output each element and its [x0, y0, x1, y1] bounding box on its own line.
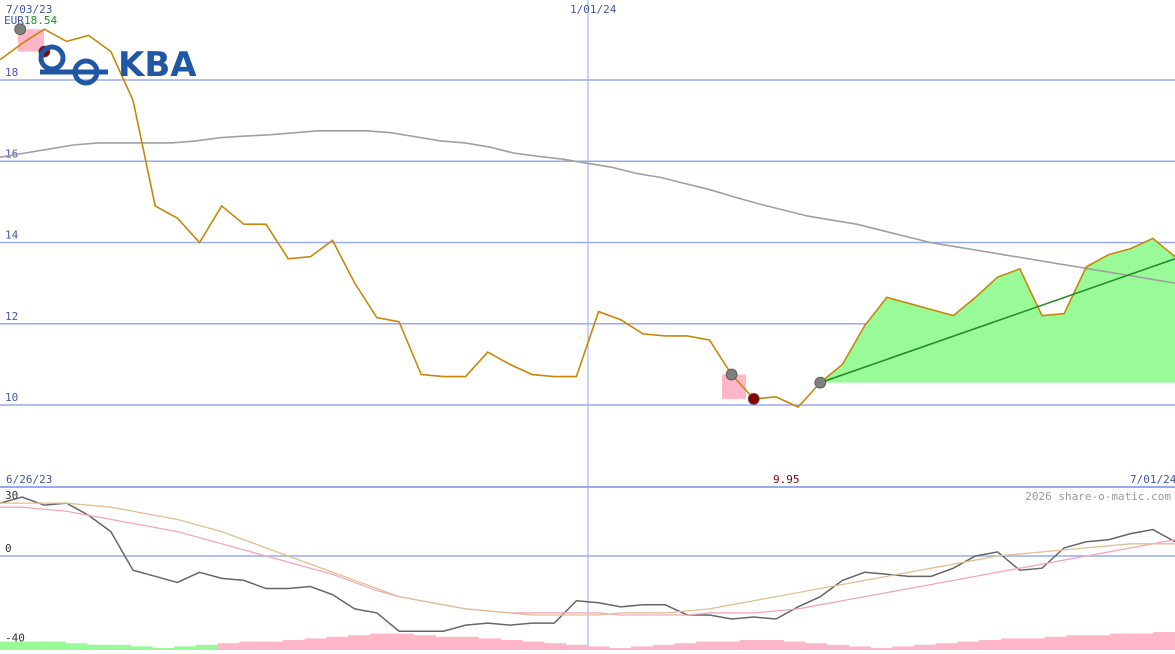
histogram-bar-16 — [326, 636, 349, 650]
histogram-bar-25 — [522, 641, 545, 650]
histogram-bar-39 — [826, 644, 850, 650]
histogram-bar-34 — [718, 641, 741, 650]
trend-fill — [820, 238, 1175, 383]
histogram-bar-45 — [957, 641, 980, 650]
histogram-bar-26 — [543, 643, 567, 650]
last-price-value: 18.54 — [24, 14, 57, 27]
low-price-label: 9.95 — [773, 473, 800, 486]
histogram-bar-31 — [652, 644, 676, 650]
histogram-bar-10 — [195, 644, 219, 650]
histogram-bar-42 — [892, 646, 915, 650]
histogram-bar-17 — [348, 635, 371, 650]
histogram-bar-12 — [239, 641, 262, 650]
signal-marker-3 — [725, 368, 738, 381]
histogram-bar-30 — [631, 646, 654, 650]
histogram-bar-23 — [478, 638, 501, 650]
histogram-bar-28 — [587, 646, 610, 650]
histogram-bar-11 — [217, 643, 240, 650]
histogram-bar-3 — [43, 641, 66, 650]
date-label-bottom-left: 6/26/23 — [6, 473, 52, 486]
histogram-bar-20 — [413, 635, 436, 650]
histogram-bar-13 — [261, 641, 284, 650]
histogram-bar-24 — [500, 640, 523, 650]
histogram-bar-38 — [805, 643, 828, 650]
y-tick-label-10: 10 — [5, 391, 18, 404]
histogram-bar-54 — [1153, 632, 1175, 650]
histogram-bar-4 — [65, 643, 88, 650]
histogram-bar-21 — [435, 636, 458, 650]
histogram-bar-49 — [1044, 636, 1067, 650]
histogram-bar-7 — [130, 646, 153, 650]
y-tick-label-14: 14 — [5, 229, 19, 242]
signal-marker-4 — [747, 393, 760, 405]
histogram-bar-27 — [565, 644, 588, 650]
histogram-bar-9 — [174, 646, 197, 650]
histogram-bar-33 — [696, 641, 719, 650]
date-label-bottom-right: 7/01/24 — [1130, 473, 1175, 486]
histogram-bar-43 — [913, 644, 937, 650]
y-tick-label-12: 12 — [5, 310, 18, 323]
histogram-bar-53 — [1131, 633, 1154, 650]
stock-chart: 10 12 14 16 18 30 0 -40 KBA 7/03/23 1/01/24 EU… — [0, 0, 1175, 650]
histogram-bar-15 — [304, 638, 327, 650]
histogram-bar-47 — [1000, 638, 1024, 650]
histogram-bar-36 — [761, 640, 784, 650]
histogram-bar-32 — [674, 643, 697, 650]
histogram-bar-19 — [391, 633, 414, 650]
histogram-bar-48 — [1022, 638, 1045, 650]
histogram-bar-35 — [739, 640, 763, 650]
logo-mark-icon — [38, 44, 108, 86]
histogram-bar-46 — [979, 640, 1002, 650]
watermark: 2026 share-o-matic.com — [1025, 490, 1171, 503]
histogram-bar-37 — [783, 641, 806, 650]
histogram-bar-22 — [456, 636, 480, 650]
chart-canvas: 1012141618 300-40 KBA 7/03/23 1/01/24 EU… — [0, 0, 1175, 650]
histogram-bar-52 — [1109, 633, 1132, 650]
signal-marker-5 — [814, 376, 827, 389]
histogram-bar-6 — [108, 644, 132, 650]
histogram-bar-1 — [0, 641, 23, 650]
logo-text: KBA — [118, 45, 197, 85]
histogram-bar-2 — [21, 641, 45, 650]
osc-tick-label-0: 0 — [5, 542, 12, 555]
histogram-bar-14 — [282, 640, 306, 650]
histogram-bar-18 — [369, 633, 393, 650]
histogram-bar-40 — [848, 646, 871, 650]
histogram-bar-44 — [935, 643, 958, 650]
histogram-bar-5 — [87, 644, 110, 650]
y-tick-label-18: 18 — [5, 66, 18, 79]
currency-label: EUR — [4, 14, 24, 27]
date-label-top-mid: 1/01/24 — [570, 3, 617, 16]
histogram-bar-50 — [1066, 635, 1089, 650]
histogram-bar-51 — [1087, 635, 1111, 650]
kba-logo: KBA — [38, 44, 197, 86]
